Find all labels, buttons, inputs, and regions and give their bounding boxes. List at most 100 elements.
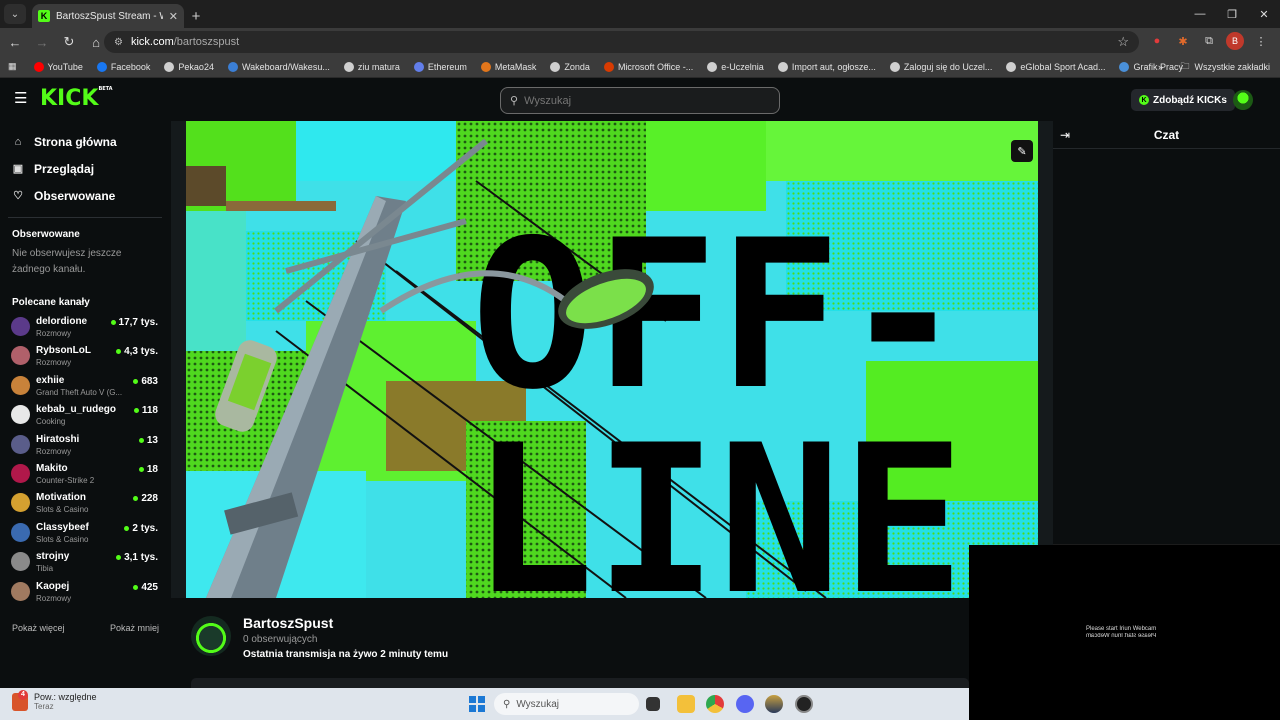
channel-row[interactable]: exhiie Grand Theft Auto V (G... 683 (0, 373, 170, 402)
channel-avatar[interactable] (191, 616, 231, 656)
sidebar-item-label: Obserwowane (34, 188, 116, 203)
site-info-icon[interactable]: ⚙ (114, 37, 123, 48)
live-dot-icon (138, 437, 144, 443)
tab-title: BartoszSpust Stream - Watch L (56, 10, 163, 22)
chrome-icon[interactable] (706, 695, 724, 713)
recommended-heading: Polecane kanały (12, 297, 90, 308)
user-avatar[interactable] (1233, 90, 1253, 110)
sidebar-item-browse[interactable]: ▣ Przeglądaj (0, 155, 170, 182)
bookmark-item[interactable]: Pekao24 (157, 61, 221, 72)
sidebar-more-controls: Pokaż więcej Pokaż mniej (12, 623, 159, 633)
taskbar-search-placeholder: Wyszukaj (516, 698, 560, 710)
channel-row[interactable]: Motivation Slots & Casino 228 (0, 490, 170, 519)
bookmark-item[interactable]: Wakeboard/Wakesu... (221, 61, 337, 72)
following-empty-text: Nie obserwujesz jeszcze żadnego kanału. (12, 248, 122, 275)
hamburger-menu-icon[interactable]: ☰ (14, 91, 28, 106)
bookmark-item[interactable]: Zaloguj się do Uczel... (883, 61, 1000, 72)
channel-name[interactable]: BartoszSpust (243, 615, 333, 631)
show-more-button[interactable]: Pokaż więcej (12, 623, 65, 633)
live-dot-icon (133, 584, 139, 590)
viewer-count-value: 4,3 tys. (124, 346, 158, 358)
extension-icon[interactable]: ● (1148, 32, 1166, 50)
channel-category: Grand Theft Auto V (G... (36, 387, 123, 397)
bookmark-item[interactable]: ziu matura (337, 61, 407, 72)
game-app-icon[interactable] (765, 695, 783, 713)
restore-icon[interactable]: ❐ (1216, 0, 1248, 28)
minimize-icon[interactable]: — (1184, 0, 1216, 28)
bookmark-item[interactable]: eGlobal Sport Acad... (999, 61, 1112, 72)
windows-start-icon[interactable] (469, 696, 485, 712)
bookmark-favicon-icon (343, 61, 354, 72)
channel-avatar (11, 405, 30, 425)
video-player[interactable]: OFF- LINE (171, 121, 1053, 598)
channel-row[interactable]: delordione Rozmowy 17,7 tys. (0, 314, 170, 343)
bookmark-label: Microsoft Office -... (617, 61, 694, 72)
channel-row[interactable]: Makito Counter-Strike 2 18 (0, 461, 170, 490)
bookmark-item[interactable]: MetaMask (474, 61, 544, 72)
search-box[interactable]: ⚲ (500, 87, 780, 114)
all-bookmarks-button[interactable]: 🗀 Wszystkie zakładki (1180, 59, 1270, 75)
recommended-channel-list: delordione Rozmowy 17,7 tys. RybsonLoL Rozmo… (0, 314, 170, 608)
show-less-button[interactable]: Pokaż mniej (110, 623, 159, 633)
weather-widget[interactable]: 4 Pow.: względne Teraz (12, 689, 97, 711)
channel-row[interactable]: Classybeef Slots & Casino 2 tys. (0, 520, 170, 549)
more-bookmarks-icon[interactable]: » (1151, 62, 1170, 72)
channel-category: Counter-Strike 2 (36, 475, 95, 485)
obs-icon[interactable] (795, 695, 813, 713)
reload-icon[interactable]: ↻ (57, 30, 81, 54)
tab-active[interactable]: K BartoszSpust Stream - Watch L ✕ (32, 4, 184, 28)
channel-row[interactable]: Kaopej Rozmowy 425 (0, 579, 170, 608)
taskbar-search[interactable]: ⚲ Wyszukaj (494, 693, 639, 715)
notification-badge: 4 (18, 689, 28, 700)
new-tab-button[interactable]: + (184, 4, 208, 28)
get-kicks-button[interactable]: K Zdobądź KICKs (1131, 89, 1235, 111)
edit-pencil-icon[interactable]: ✎ (1011, 140, 1033, 162)
bookmark-item[interactable]: YouTube (27, 61, 90, 72)
bookmark-label: Ethereum (427, 61, 467, 72)
file-explorer-icon[interactable] (677, 695, 695, 713)
task-view-icon[interactable] (646, 697, 660, 711)
extension-icon[interactable]: ✱ (1174, 32, 1192, 50)
bookmark-item[interactable]: Facebook (90, 61, 158, 72)
bookmark-favicon-icon (96, 61, 107, 72)
webcam-message: Please start Iriun Webcam Please start I… (1086, 626, 1156, 640)
tab-search-button[interactable]: ⌄ (4, 4, 26, 24)
bookmark-item[interactable]: e-Uczelnia (700, 61, 771, 72)
bookmark-label: Pekao24 (178, 61, 214, 72)
close-window-icon[interactable]: ✕ (1248, 0, 1280, 28)
back-icon[interactable]: ← (3, 30, 27, 54)
bookmark-item[interactable]: Import aut, ogłosze... (771, 61, 883, 72)
bookmark-favicon-icon (164, 61, 175, 72)
kick-logo[interactable]: KICKBETA (40, 86, 113, 111)
channel-avatar (11, 552, 30, 572)
apps-grid-icon[interactable]: ▦ (0, 61, 27, 72)
get-kicks-label: Zdobądź KICKs (1153, 94, 1227, 106)
channel-row[interactable]: RybsonLoL Rozmowy 4,3 tys. (0, 343, 170, 372)
bookmark-item[interactable]: Ethereum (407, 61, 474, 72)
site-header: ☰ KICKBETA ⚲ K Zdobądź KICKs (0, 78, 1280, 121)
forward-icon[interactable]: → (30, 30, 54, 54)
viewer-count-value: 13 (146, 434, 158, 446)
url-field[interactable]: ⚙ kick.com/bartoszspust ☆ (104, 31, 1139, 53)
channel-row[interactable]: kebab_u_rudego Cooking 118 (0, 402, 170, 431)
channel-row[interactable]: Hiratoshi Rozmowy 13 (0, 432, 170, 461)
profile-avatar[interactable]: B (1226, 32, 1244, 50)
all-bookmarks-label: Wszystkie zakładki (1194, 61, 1270, 72)
puzzle-icon[interactable]: ⧉ (1200, 32, 1218, 50)
sidebar: ⌂ Strona główna ▣ Przeglądaj ♡ Obserwowa… (0, 121, 170, 688)
search-input[interactable] (524, 94, 755, 107)
close-tab-icon[interactable]: ✕ (169, 10, 178, 23)
sidebar-item-following[interactable]: ♡ Obserwowane (0, 182, 170, 209)
menu-kebab-icon[interactable]: ⋮ (1252, 32, 1270, 50)
discord-icon[interactable] (736, 695, 754, 713)
browser-tab-bar: ⌄ K BartoszSpust Stream - Watch L ✕ + — … (0, 0, 1280, 28)
channel-row[interactable]: strojny Tibia 3,1 tys. (0, 549, 170, 578)
channel-avatar (11, 493, 30, 513)
bookmark-item[interactable]: Zonda (543, 61, 597, 72)
viewer-count: 13 (138, 434, 158, 446)
sidebar-item-home[interactable]: ⌂ Strona główna (0, 128, 170, 155)
bookmark-star-icon[interactable]: ☆ (1117, 34, 1129, 50)
collapse-chat-icon[interactable]: ⇥ (1060, 128, 1070, 142)
live-dot-icon (133, 496, 139, 502)
bookmark-item[interactable]: Microsoft Office -... (597, 61, 700, 72)
